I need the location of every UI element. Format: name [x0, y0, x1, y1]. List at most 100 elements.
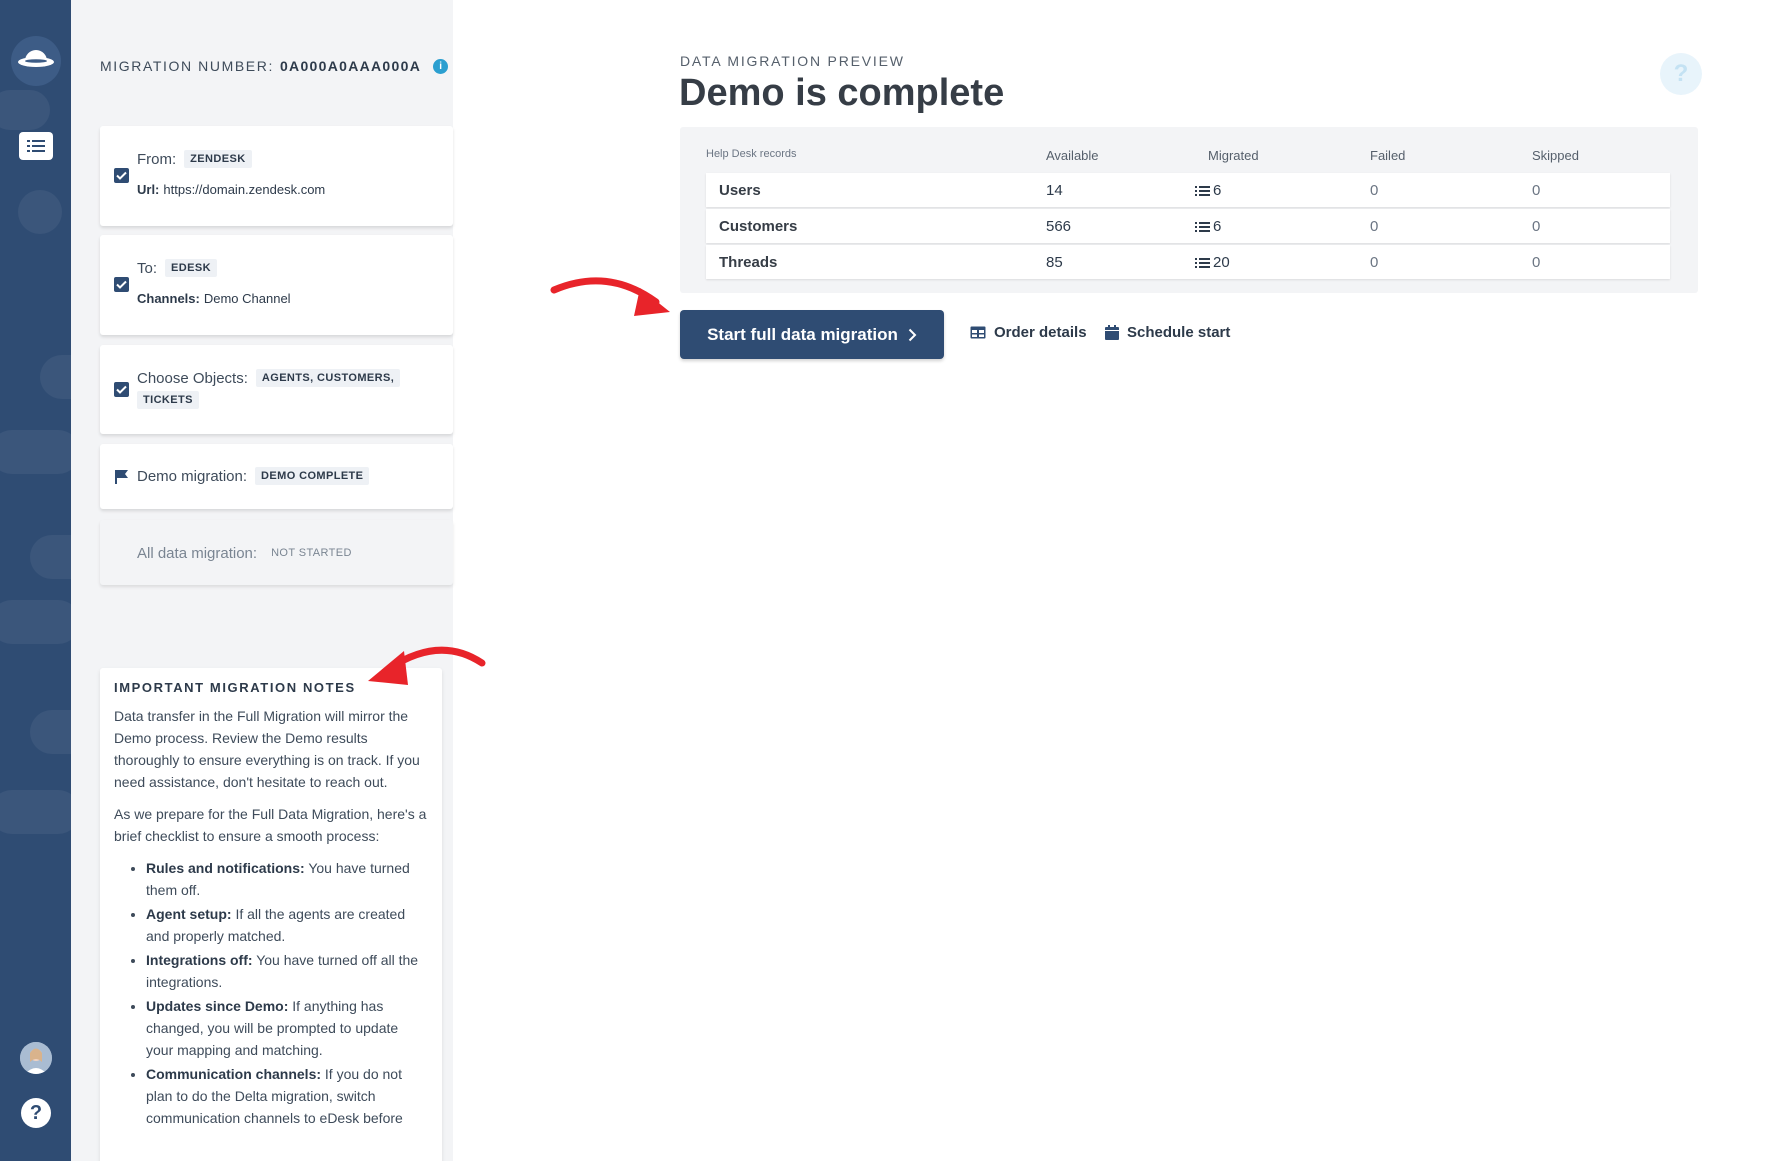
- checklist-item: Rules and notifications: You have turned…: [146, 857, 428, 901]
- checklist-item-title: Updates since Demo:: [146, 998, 289, 1014]
- notes-paragraph-1: Data transfer in the Full Migration will…: [114, 708, 420, 790]
- step-from[interactable]: From: ZENDESK Url: https://domain.zendes…: [100, 126, 453, 226]
- migration-notes-card: IMPORTANT MIGRATION NOTES Data transfer …: [100, 668, 442, 1161]
- row-failed: 0: [1370, 254, 1379, 271]
- table-row: Threads 85 20 0 0: [706, 245, 1670, 279]
- table-header: Migrated: [1208, 148, 1259, 163]
- decor-blob: [0, 430, 71, 474]
- annotation-arrow-icon: [550, 277, 670, 316]
- step-url-line: Url: https://domain.zendesk.com: [137, 182, 325, 197]
- checklist-item: Agent setup: If all the agents are creat…: [146, 903, 428, 947]
- migration-number-label: MIGRATION NUMBER:: [100, 58, 274, 74]
- channels-label: Channels:: [137, 291, 200, 306]
- step-channels-line: Channels: Demo Channel: [137, 291, 291, 306]
- url-label: Url:: [137, 182, 160, 197]
- row-available: 14: [1046, 182, 1063, 199]
- all-status-tag: NOT STARTED: [271, 547, 352, 559]
- step-demo-label: Demo migration:: [137, 467, 248, 485]
- step-from-line: From: ZENDESK: [137, 150, 252, 168]
- step-objects-line-2: TICKETS: [129, 391, 199, 409]
- checklist-item-title: Integrations off:: [146, 952, 253, 968]
- help-icon[interactable]: ?: [21, 1098, 51, 1128]
- step-objects[interactable]: Choose Objects: AGENTS, CUSTOMERS, TICKE…: [100, 345, 453, 434]
- row-name: Users: [719, 182, 761, 199]
- decor-blob: [30, 710, 71, 754]
- row-failed: 0: [1370, 182, 1379, 199]
- step-to-line: To: EDESK: [137, 259, 217, 277]
- objects-tag: TICKETS: [137, 391, 199, 409]
- table-row: Customers 566 6 0 0: [706, 209, 1670, 243]
- migrated-count: 6: [1213, 182, 1222, 199]
- step-all-label: All data migration:: [137, 544, 258, 562]
- user-avatar[interactable]: [20, 1042, 52, 1074]
- table-header: Failed: [1370, 148, 1406, 163]
- start-full-migration-button[interactable]: Start full data migration: [680, 310, 944, 359]
- step-to-label: To:: [137, 259, 158, 277]
- migration-number-value: 0A000A0AAA000A: [279, 58, 422, 74]
- list-icon: [1195, 221, 1210, 232]
- start-button-label: Start full data migration: [707, 324, 898, 344]
- page-title: Demo is complete: [679, 72, 1005, 114]
- migration-steps-panel: MIGRATION NUMBER: 0A000A0AAA000A i From:…: [71, 0, 453, 1161]
- app-logo-icon[interactable]: [11, 36, 61, 86]
- decor-blob: [0, 790, 71, 834]
- checkbox-checked-icon: [114, 382, 129, 397]
- row-migrated[interactable]: 6: [1195, 218, 1221, 235]
- row-failed: 0: [1370, 218, 1379, 235]
- row-name: Customers: [719, 218, 798, 235]
- row-available: 85: [1046, 254, 1063, 271]
- order-details-label: Order details: [994, 324, 1087, 341]
- table-header: Skipped: [1532, 148, 1579, 163]
- flag-icon: [114, 469, 129, 489]
- checklist-item: Integrations off: You have turned off al…: [146, 949, 428, 993]
- row-name: Threads: [719, 254, 778, 271]
- step-all-line: All data migration: NOT STARTED: [137, 544, 358, 562]
- checklist-item-title: Rules and notifications:: [146, 860, 305, 876]
- table-header: Available: [1046, 148, 1099, 163]
- decor-blob: [18, 190, 62, 234]
- source-platform-tag: ZENDESK: [184, 150, 252, 168]
- sidebar-rail: ?: [0, 0, 71, 1161]
- step-objects-line: Choose Objects: AGENTS, CUSTOMERS,: [137, 369, 401, 387]
- row-skipped: 0: [1532, 218, 1541, 235]
- step-objects-label: Choose Objects:: [137, 369, 248, 387]
- decor-blob: [0, 600, 71, 644]
- notes-checklist: Rules and notifications: You have turned…: [114, 857, 428, 1129]
- order-details-button[interactable]: Order details: [970, 324, 1087, 341]
- step-demo-migration[interactable]: Demo migration: DEMO COMPLETE: [100, 444, 453, 509]
- table-row: Users 14 6 0 0: [706, 173, 1670, 207]
- schedule-start-label: Schedule start: [1127, 324, 1231, 341]
- step-demo-line: Demo migration: DEMO COMPLETE: [137, 467, 370, 485]
- table-header: Help Desk records: [706, 148, 797, 160]
- row-migrated[interactable]: 6: [1195, 182, 1221, 199]
- row-skipped: 0: [1532, 254, 1541, 271]
- target-platform-tag: EDESK: [165, 259, 217, 277]
- decor-blob: [0, 90, 50, 130]
- page-kicker: DATA MIGRATION PREVIEW: [680, 53, 905, 69]
- demo-status-tag: DEMO COMPLETE: [255, 467, 370, 485]
- row-skipped: 0: [1532, 182, 1541, 199]
- notes-paragraph-2: As we prepare for the Full Data Migratio…: [114, 806, 427, 844]
- url-value: https://domain.zendesk.com: [163, 182, 326, 197]
- info-icon[interactable]: i: [433, 58, 449, 74]
- list-menu-icon[interactable]: [19, 132, 53, 160]
- checkbox-checked-icon: [114, 168, 129, 183]
- objects-tag: AGENTS, CUSTOMERS,: [255, 369, 401, 387]
- migrated-count: 20: [1213, 254, 1230, 271]
- row-migrated[interactable]: 20: [1195, 254, 1230, 271]
- step-from-label: From:: [137, 150, 177, 168]
- checklist-item: Updates since Demo: If anything has chan…: [146, 995, 428, 1061]
- checklist-item-title: Agent setup:: [146, 906, 232, 922]
- row-available: 566: [1046, 218, 1072, 235]
- checklist-item-title: Communication channels:: [146, 1066, 322, 1082]
- migration-number: MIGRATION NUMBER: 0A000A0AAA000A i: [100, 58, 449, 74]
- question-help-icon[interactable]: ?: [1660, 53, 1702, 95]
- step-to[interactable]: To: EDESK Channels: Demo Channel: [100, 235, 453, 335]
- list-icon: [1195, 185, 1210, 196]
- records-table: Help Desk records Available Migrated Fai…: [680, 127, 1698, 293]
- decor-blob: [40, 355, 71, 399]
- schedule-start-button[interactable]: Schedule start: [1105, 324, 1230, 341]
- chevron-right-icon: [908, 328, 917, 341]
- calendar-icon: [1105, 325, 1119, 340]
- step-all-data-migration: All data migration: NOT STARTED: [100, 520, 453, 585]
